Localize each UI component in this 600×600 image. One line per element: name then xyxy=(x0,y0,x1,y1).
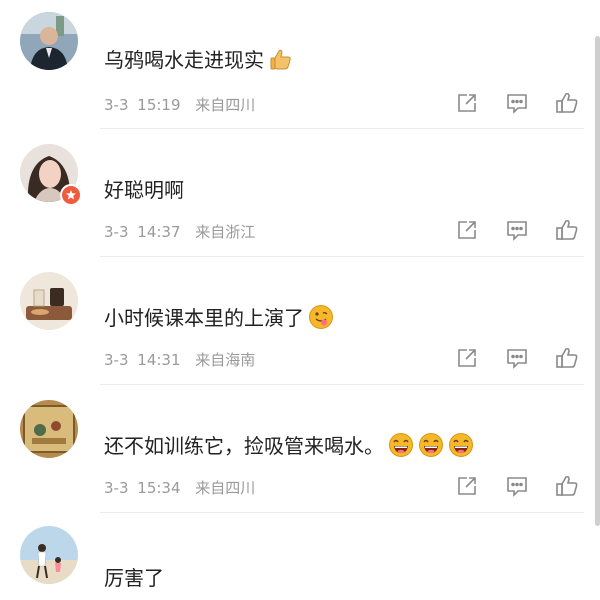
comment-text: 小时候课本里的上演了 xyxy=(104,302,334,331)
comment-meta: 3-3 14:37 来自浙江 xyxy=(104,221,255,242)
comment-time: 14:37 xyxy=(137,223,181,241)
comment-meta: 3-3 14:31 来自海南 xyxy=(104,349,255,370)
comment-date: 3-3 xyxy=(104,479,129,497)
comment-time: 14:31 xyxy=(137,351,181,369)
comment-meta: 3-3 15:19 来自四川 xyxy=(104,94,255,115)
comment-text: 还不如训练它，捡吸管来喝水。 xyxy=(104,430,474,459)
comment-text-content: 小时候课本里的上演了 xyxy=(104,306,304,330)
comment-date: 3-3 xyxy=(104,96,129,114)
comment-icon[interactable] xyxy=(505,474,529,498)
comment-text: 好聪明啊 xyxy=(104,174,184,203)
like-icon[interactable] xyxy=(555,346,579,370)
divider xyxy=(100,512,584,513)
divider xyxy=(100,256,584,257)
avatar[interactable] xyxy=(20,400,78,458)
like-icon[interactable] xyxy=(555,218,579,242)
comment-actions xyxy=(455,346,580,370)
comment-date: 3-3 xyxy=(104,223,129,241)
comment-location: 来自浙江 xyxy=(195,223,256,241)
verified-badge-icon xyxy=(60,184,82,206)
avatar[interactable] xyxy=(20,526,78,584)
repost-icon[interactable] xyxy=(455,218,479,242)
divider xyxy=(100,384,584,385)
comment-actions xyxy=(455,91,580,115)
repost-icon[interactable] xyxy=(455,346,479,370)
comment-meta: 3-3 15:34 来自四川 xyxy=(104,477,255,498)
comment-location: 来自四川 xyxy=(195,96,256,114)
repost-icon[interactable] xyxy=(455,91,479,115)
laughing-emoji-icon xyxy=(388,432,414,458)
comment-icon[interactable] xyxy=(505,346,529,370)
comment-icon[interactable] xyxy=(505,91,529,115)
thumbs-up-emoji-icon xyxy=(268,46,294,72)
comment-text-content: 还不如训练它，捡吸管来喝水。 xyxy=(104,434,384,458)
repost-icon[interactable] xyxy=(455,474,479,498)
comment-text-content: 乌鸦喝水走进现实 xyxy=(104,48,264,72)
laughing-emoji-icon xyxy=(448,432,474,458)
comment-text: 厉害了 xyxy=(104,562,164,591)
comment-text-content: 厉害了 xyxy=(104,566,164,590)
comment-icon[interactable] xyxy=(505,218,529,242)
like-icon[interactable] xyxy=(555,474,579,498)
comment-time: 15:19 xyxy=(137,96,181,114)
comment-actions xyxy=(455,474,580,498)
avatar[interactable] xyxy=(20,272,78,330)
scrollbar[interactable] xyxy=(595,36,600,526)
comment-time: 15:34 xyxy=(137,479,181,497)
comment-text: 乌鸦喝水走进现实 xyxy=(104,44,294,73)
comment-feed: 乌鸦喝水走进现实 3-3 15:19 来自四川 好聪明啊 3-3 14:37 来… xyxy=(0,0,600,600)
comment-location: 来自海南 xyxy=(195,351,256,369)
tongue-out-emoji-icon xyxy=(308,304,334,330)
comment-location: 来自四川 xyxy=(195,479,256,497)
laughing-emoji-icon xyxy=(418,432,444,458)
comment-text-content: 好聪明啊 xyxy=(104,178,184,202)
divider xyxy=(100,128,584,129)
avatar[interactable] xyxy=(20,12,78,70)
comment-date: 3-3 xyxy=(104,351,129,369)
comment-actions xyxy=(455,218,580,242)
like-icon[interactable] xyxy=(555,91,579,115)
